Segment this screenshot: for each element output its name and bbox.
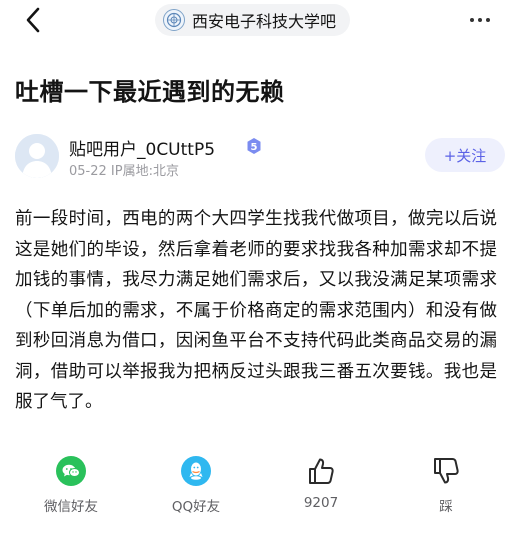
chevron-left-icon	[26, 7, 40, 33]
share-wechat-button[interactable]: 微信好友	[21, 455, 121, 515]
thumbs-up-icon	[309, 458, 334, 484]
top-nav-bar: 西安电子科技大学吧	[0, 0, 509, 40]
wechat-icon	[56, 456, 86, 486]
thumbs-down-icon	[434, 458, 459, 484]
author-name[interactable]: 贴吧用户_0CUttP5	[69, 135, 215, 160]
level-badge: 5	[245, 137, 263, 155]
dislike-button[interactable]: 踩	[396, 455, 496, 515]
like-count: 9207	[303, 495, 339, 511]
post-title: 吐槽一下最近遇到的无赖	[15, 78, 285, 106]
like-button[interactable]: 9207	[271, 455, 371, 511]
qq-label: QQ好友	[171, 499, 221, 515]
default-avatar-icon	[15, 134, 59, 178]
forum-logo-icon	[163, 9, 185, 31]
action-bar: 微信好友 QQ好友 9207 踩	[0, 455, 509, 525]
follow-button[interactable]: +关注	[425, 138, 505, 172]
back-button[interactable]	[18, 5, 48, 35]
post-meta: 05-22 IP属地:北京	[69, 164, 179, 179]
forum-entry-button[interactable]: 西安电子科技大学吧	[155, 4, 351, 36]
forum-name: 西安电子科技大学吧	[192, 12, 337, 31]
post-body: 前一段时间，西电的两个大四学生找我代做项目，做完以后说这是她们的毕设，然后拿着老…	[15, 209, 497, 412]
share-qq-button[interactable]: QQ好友	[146, 455, 246, 515]
qq-icon	[181, 456, 211, 486]
author-row: 贴吧用户_0CUttP5 5 05-22 IP属地:北京 +关注	[15, 132, 505, 182]
wechat-label: 微信好友	[44, 499, 98, 515]
dislike-label: 踩	[439, 499, 453, 515]
level-number: 5	[251, 142, 258, 153]
avatar[interactable]	[15, 134, 59, 178]
more-options-button[interactable]	[465, 6, 495, 34]
more-dots-icon	[470, 18, 474, 22]
